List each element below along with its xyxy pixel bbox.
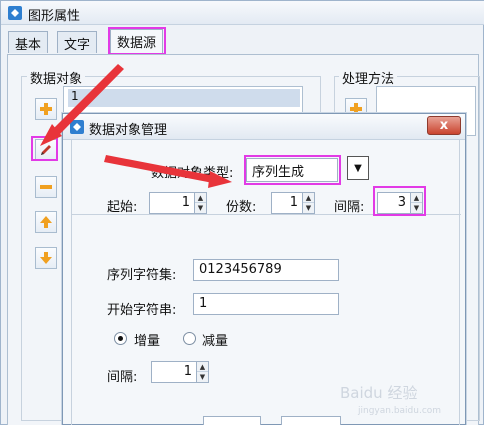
plus-icon xyxy=(40,103,52,115)
type-dropdown-button[interactable]: ▼ xyxy=(347,156,369,180)
baidu-jingyan-watermark: Baidu 经验 jingyan.baidu.com xyxy=(340,384,441,416)
processing-label: 处理方法 xyxy=(339,68,398,87)
step-label: 间隔: xyxy=(107,370,138,385)
type-highlight-box xyxy=(244,155,341,185)
start-value[interactable]: 1 xyxy=(149,192,195,214)
charset-input[interactable]: 0123456789 xyxy=(193,259,339,281)
copies-value[interactable]: 1 xyxy=(271,192,303,214)
arrow-down-icon xyxy=(40,252,52,264)
tab-highlight-box xyxy=(108,27,166,55)
step-spin-arrows[interactable]: ▲ ▼ xyxy=(196,361,209,383)
list-item[interactable]: 1 xyxy=(68,89,300,107)
move-down-button[interactable] xyxy=(35,247,57,269)
tab-basic[interactable]: 基本 xyxy=(8,31,49,53)
start-string-label: 开始字符串: xyxy=(107,303,177,318)
arrow-up-icon xyxy=(40,216,52,228)
left-border xyxy=(71,140,72,425)
edit-highlight-box xyxy=(31,136,58,161)
close-icon: x xyxy=(439,118,449,133)
type-label: 数据对象类型: xyxy=(151,166,234,181)
remove-button[interactable] xyxy=(35,176,57,198)
charset-label: 序列字符集: xyxy=(107,268,177,283)
cancel-button[interactable] xyxy=(281,416,341,425)
window-titlebar: 图形属性 xyxy=(1,1,484,25)
copies-spin-arrows[interactable]: ▲ ▼ xyxy=(302,192,315,214)
dialog-titlebar: 数据对象管理 x xyxy=(63,114,465,140)
tab-label: 基本 xyxy=(15,38,42,53)
decrease-label: 减量 xyxy=(202,334,229,349)
decrease-radio[interactable] xyxy=(183,332,196,345)
dialog-app-icon xyxy=(70,120,84,134)
step-value[interactable]: 1 xyxy=(151,361,197,383)
copies-label: 份数: xyxy=(226,200,257,215)
dialog-title: 数据对象管理 xyxy=(89,123,168,138)
increase-radio[interactable] xyxy=(114,332,127,345)
interval-highlight-box xyxy=(373,186,426,216)
tab-text[interactable]: 文字 xyxy=(57,31,98,53)
dropdown-arrow-icon: ▼ xyxy=(354,162,362,174)
tab-label: 文字 xyxy=(64,38,91,53)
window-title: 图形属性 xyxy=(28,9,81,24)
start-spin-arrows[interactable]: ▲ ▼ xyxy=(194,192,207,214)
ok-button[interactable] xyxy=(203,416,261,425)
close-button[interactable]: x xyxy=(427,116,461,135)
increase-label: 增量 xyxy=(134,334,161,349)
minus-icon xyxy=(40,185,52,189)
svg-text:Baidu 经验: Baidu 经验 xyxy=(340,384,417,402)
add-button[interactable] xyxy=(35,98,57,120)
interval-label: 间隔: xyxy=(334,200,365,215)
move-up-button[interactable] xyxy=(35,211,57,233)
data-objects-label: 数据对象 xyxy=(27,68,86,87)
svg-text:jingyan.baidu.com: jingyan.baidu.com xyxy=(357,406,441,416)
start-string-input[interactable]: 1 xyxy=(193,293,339,315)
app-icon xyxy=(8,6,22,20)
start-label: 起始: xyxy=(107,200,138,215)
